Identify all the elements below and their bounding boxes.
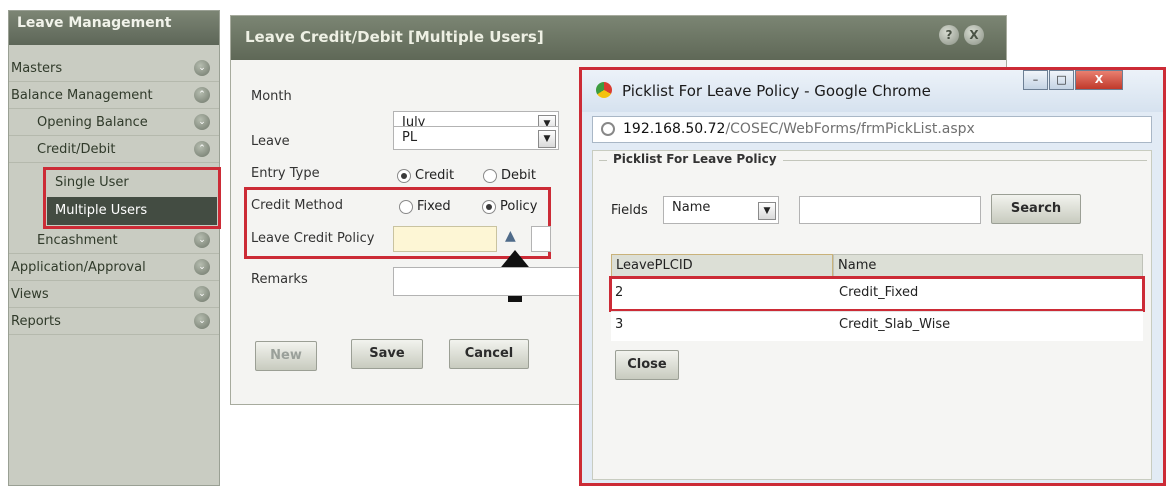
chevron-down-icon[interactable]: ⌄ bbox=[194, 60, 210, 76]
search-button[interactable]: Search bbox=[991, 194, 1081, 224]
cancel-button[interactable]: Cancel bbox=[449, 339, 529, 369]
panel-header: Leave Credit/Debit [Multiple Users] ? X bbox=[231, 16, 1006, 60]
leave-select[interactable]: PL ▼ bbox=[393, 126, 559, 150]
maximize-icon[interactable]: □ bbox=[1049, 70, 1074, 90]
leave-label: Leave bbox=[251, 134, 290, 149]
sidebar-item-opening-balance[interactable]: Opening Balance ⌄ bbox=[9, 109, 219, 136]
column-header-name[interactable]: Name bbox=[833, 254, 1143, 278]
sidebar-item-label: Application/Approval bbox=[11, 260, 146, 275]
method-fixed-label: Fixed bbox=[417, 199, 451, 214]
row-name: Credit_Slab_Wise bbox=[839, 317, 951, 332]
address-bar[interactable]: 192.168.50.72/COSEC/WebForms/frmPickList… bbox=[592, 116, 1152, 143]
sidebar-item-label: Balance Management bbox=[11, 88, 153, 103]
sidebar-item-single-user[interactable]: Single User bbox=[47, 171, 215, 195]
policy-text-input[interactable] bbox=[531, 226, 551, 252]
new-button[interactable]: New bbox=[255, 341, 317, 371]
chevron-down-icon[interactable]: ⌄ bbox=[194, 286, 210, 302]
chevron-up-icon[interactable]: ⌃ bbox=[194, 141, 210, 157]
close-button[interactable]: Close bbox=[615, 350, 679, 380]
radio-icon[interactable] bbox=[397, 168, 411, 183]
chevron-down-icon[interactable]: ⌄ bbox=[194, 313, 210, 329]
table-row[interactable]: 3 Credit_Slab_Wise bbox=[611, 311, 1143, 341]
fields-select[interactable]: Name ▼ bbox=[663, 196, 779, 224]
policy-label: Leave Credit Policy bbox=[251, 231, 375, 246]
sidebar-item-reports[interactable]: Reports ⌄ bbox=[9, 308, 219, 335]
chevron-down-icon[interactable]: ⌄ bbox=[194, 259, 210, 275]
sidebar-title: Leave Management bbox=[9, 11, 219, 45]
month-label: Month bbox=[251, 89, 292, 104]
sidebar: Leave Management Masters ⌄ Balance Manag… bbox=[8, 10, 221, 486]
save-button[interactable]: Save bbox=[351, 339, 423, 369]
radio-icon[interactable] bbox=[482, 199, 496, 214]
chevron-up-icon[interactable]: ⌃ bbox=[194, 87, 210, 103]
chevron-down-icon[interactable]: ⌄ bbox=[194, 232, 210, 248]
sidebar-item-label: Credit/Debit bbox=[37, 142, 116, 157]
page-info-icon[interactable] bbox=[601, 122, 615, 136]
sidebar-item-masters[interactable]: Masters ⌄ bbox=[9, 55, 219, 82]
entry-credit-radio[interactable]: Credit bbox=[397, 168, 454, 183]
policy-input[interactable] bbox=[393, 226, 497, 252]
fields-label: Fields bbox=[611, 203, 648, 218]
radio-icon[interactable] bbox=[399, 199, 413, 214]
sidebar-item-label: Reports bbox=[11, 314, 61, 329]
sidebar-item-encashment[interactable]: Encashment ⌄ bbox=[9, 227, 219, 254]
close-icon[interactable]: X bbox=[1075, 70, 1123, 90]
search-input[interactable] bbox=[799, 196, 981, 224]
method-fixed-radio[interactable]: Fixed bbox=[399, 199, 451, 214]
url-path: /COSEC/WebForms/frmPickList.aspx bbox=[725, 121, 975, 137]
sidebar-item-label: Encashment bbox=[37, 233, 118, 248]
pin-icon[interactable]: ▲ bbox=[505, 228, 519, 246]
help-icon[interactable]: ? bbox=[939, 25, 959, 45]
method-policy-label: Policy bbox=[500, 199, 538, 214]
entry-credit-label: Credit bbox=[415, 168, 455, 183]
fields-value: Name bbox=[672, 200, 711, 215]
sidebar-item-balance-management[interactable]: Balance Management ⌃ bbox=[9, 82, 219, 109]
picklist-popup-window: Picklist For Leave Policy - Google Chrom… bbox=[579, 67, 1166, 486]
remarks-input[interactable] bbox=[393, 267, 583, 296]
sidebar-item-credit-debit[interactable]: Credit/Debit ⌃ bbox=[9, 136, 219, 163]
sidebar-item-label: Opening Balance bbox=[37, 115, 148, 130]
group-title: Picklist For Leave Policy bbox=[607, 152, 783, 166]
panel-title: Leave Credit/Debit [Multiple Users] bbox=[245, 28, 544, 46]
close-icon[interactable]: X bbox=[964, 25, 984, 45]
remarks-label: Remarks bbox=[251, 272, 308, 287]
sidebar-item-multiple-users[interactable]: Multiple Users bbox=[47, 197, 217, 225]
sidebar-item-label: Masters bbox=[11, 61, 63, 76]
column-header-leaveplcid[interactable]: LeavePLCID bbox=[611, 254, 833, 278]
url-host: 192.168.50.72 bbox=[623, 121, 726, 137]
dropdown-arrow-icon[interactable]: ▼ bbox=[758, 202, 776, 220]
chrome-icon bbox=[596, 82, 612, 98]
entry-debit-radio[interactable]: Debit bbox=[483, 168, 536, 183]
highlight-box bbox=[609, 276, 1145, 312]
sidebar-item-label: Views bbox=[11, 287, 49, 302]
sidebar-item-application-approval[interactable]: Application/Approval ⌄ bbox=[9, 254, 219, 281]
chevron-down-icon[interactable]: ⌄ bbox=[194, 114, 210, 130]
radio-icon[interactable] bbox=[483, 168, 497, 183]
row-id: 3 bbox=[615, 317, 624, 332]
picklist-body: Picklist For Leave Policy Fields Name ▼ … bbox=[592, 150, 1152, 480]
entry-debit-label: Debit bbox=[501, 168, 536, 183]
window-title: Picklist For Leave Policy - Google Chrom… bbox=[622, 82, 931, 100]
credit-method-label: Credit Method bbox=[251, 198, 343, 213]
dropdown-arrow-icon[interactable]: ▼ bbox=[538, 130, 556, 148]
minimize-icon[interactable]: – bbox=[1023, 70, 1048, 90]
entry-type-label: Entry Type bbox=[251, 166, 320, 181]
leave-value: PL bbox=[402, 130, 418, 145]
method-policy-radio[interactable]: Policy bbox=[482, 199, 537, 214]
sidebar-item-views[interactable]: Views ⌄ bbox=[9, 281, 219, 308]
